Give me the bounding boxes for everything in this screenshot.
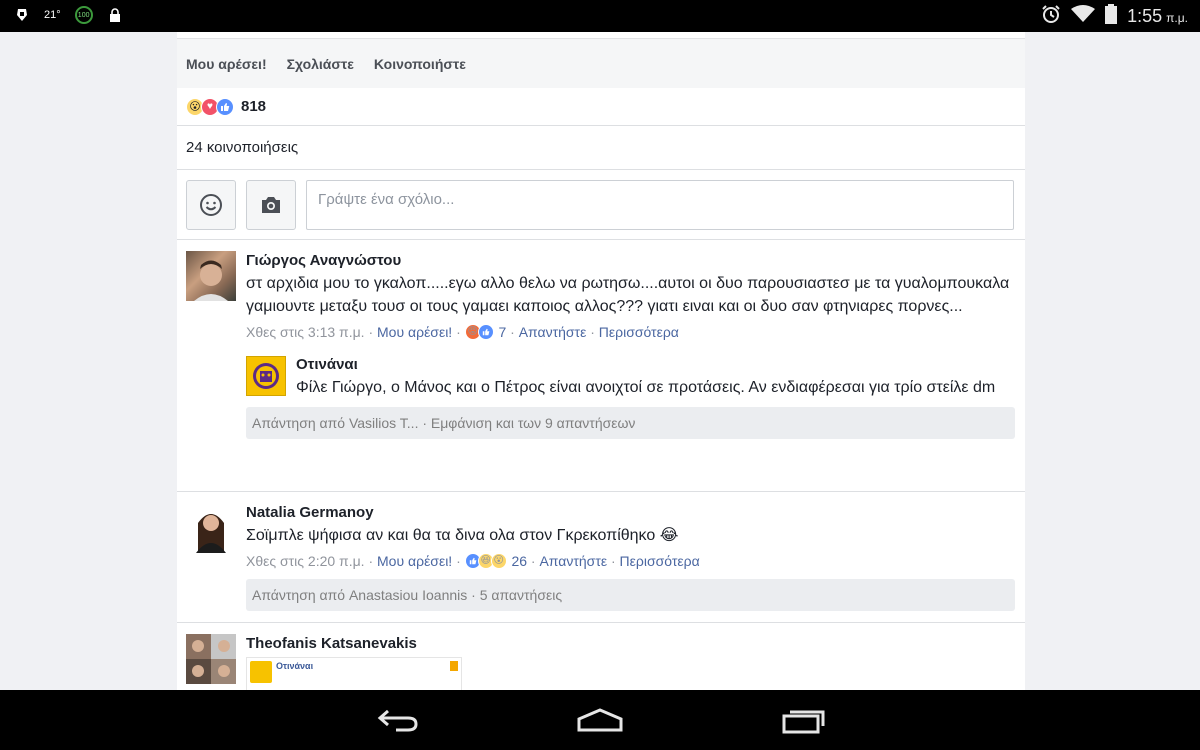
comment-item: Theofanis Katsanevakis Οτινάναι [177, 623, 1025, 690]
like-reaction-icon [216, 97, 234, 116]
photo-button[interactable] [246, 179, 296, 230]
comment-item: Γιώργος Αναγνώστου στ αρχιδια μου το γκα… [177, 240, 1025, 492]
reaction-count: 818 [241, 98, 267, 115]
comment-like-link[interactable]: Μου αρέσει! [377, 322, 452, 342]
status-bar: 21° 100 1:55 π.μ. [0, 0, 1200, 32]
reply-text: Φίλε Γιώργο, ο Μάνος και ο Πέτρος είναι … [296, 379, 996, 396]
camera-icon [262, 196, 280, 213]
temperature-label: 21° [44, 9, 61, 21]
reply-item: Οτινάναι Φίλε Γιώργο, ο Μάνος και ο Πέτρ… [246, 354, 1025, 399]
recent-apps-button[interactable] [774, 702, 834, 738]
comment-author[interactable]: Γιώργος Αναγνώστου [246, 250, 1015, 272]
bookmark-icon [450, 661, 458, 671]
reply-author[interactable]: Οτινάναι [296, 354, 1025, 376]
like-reaction-icon [477, 324, 494, 340]
emoji-button[interactable] [186, 179, 236, 230]
post-panel: Μου αρέσει! Σχολιάστε Κοινοποιήστε 😮 ♥ 8… [177, 32, 1025, 690]
avatar[interactable] [246, 356, 286, 396]
comment-button[interactable]: Σχολιάστε [287, 56, 354, 72]
avatar[interactable] [186, 634, 236, 684]
comment-text: στ αρχιδια μου το γκαλοπ.....εγω αλλο θε… [246, 275, 1010, 315]
comment-more-link[interactable]: Περισσότερα [620, 551, 700, 571]
lock-icon [107, 6, 123, 24]
comment-time[interactable]: Χθες στις 2:20 π.μ. [246, 551, 365, 571]
battery-badge-icon: 100 [74, 6, 93, 24]
shares-count[interactable]: 24 κοινοποιήσεις [177, 126, 1025, 170]
avatar [250, 661, 272, 683]
view-replies-bar[interactable]: Απάντηση από Vasilios T... · Εμφάνιση κα… [246, 407, 1015, 439]
notification-icon [14, 6, 30, 24]
back-button[interactable] [368, 702, 428, 738]
comment-reaction-count[interactable]: 26 [511, 551, 527, 571]
back-icon [377, 709, 418, 732]
avatar[interactable] [186, 503, 236, 553]
recent-apps-icon [782, 710, 825, 734]
clock: 1:55 π.μ. [1127, 6, 1188, 26]
comment-author[interactable]: Natalia Germanoy [246, 502, 1015, 524]
like-button[interactable]: Μου αρέσει! [186, 56, 267, 72]
home-icon [577, 708, 623, 732]
wow-reaction-icon: 😮 [490, 553, 507, 569]
comment-reply-link[interactable]: Απαντήστε [519, 322, 587, 342]
navigation-bar [0, 690, 1200, 750]
share-button[interactable]: Κοινοποιήστε [374, 56, 466, 72]
wifi-icon [1071, 5, 1096, 28]
post-actions-bar: Μου αρέσει! Σχολιάστε Κοινοποιήστε [177, 38, 1025, 88]
comment-reply-link[interactable]: Απαντήστε [539, 551, 607, 571]
view-replies-bar[interactable]: Απάντηση από Anastasiou Ioannis · 5 απαν… [246, 579, 1015, 611]
embedded-screenshot[interactable]: Οτινάναι [246, 657, 462, 690]
comment-time[interactable]: Χθες στις 3:13 π.μ. [246, 322, 365, 342]
comment-composer: Γράψτε ένα σχόλιο... [177, 170, 1025, 240]
comment-like-link[interactable]: Μου αρέσει! [377, 551, 452, 571]
smiley-icon [200, 193, 222, 216]
comment-more-link[interactable]: Περισσότερα [599, 322, 679, 342]
battery-icon [1105, 4, 1118, 29]
home-button[interactable] [570, 702, 630, 738]
comment-text: Σοϊμπλε ψήφισα αν και θα τα δινα ολα στο… [246, 527, 679, 544]
embedded-author: Οτινάναι [276, 661, 314, 671]
comment-input[interactable]: Γράψτε ένα σχόλιο... [306, 179, 1014, 230]
alarm-icon [1041, 4, 1061, 29]
comment-meta: Χθες στις 3:13 π.μ. · Μου αρέσει! · 😡 7 … [246, 322, 679, 342]
comment-meta: Χθες στις 2:20 π.μ. · Μου αρέσει! · 😆 😮 … [246, 551, 700, 571]
reactions-summary[interactable]: 😮 ♥ 818 [177, 88, 1025, 126]
avatar[interactable] [186, 251, 236, 301]
comment-item: Natalia Germanoy Σοϊμπλε ψήφισα αν και θ… [177, 492, 1025, 623]
comment-author[interactable]: Theofanis Katsanevakis [246, 633, 1015, 655]
comment-reaction-count[interactable]: 7 [498, 322, 506, 342]
